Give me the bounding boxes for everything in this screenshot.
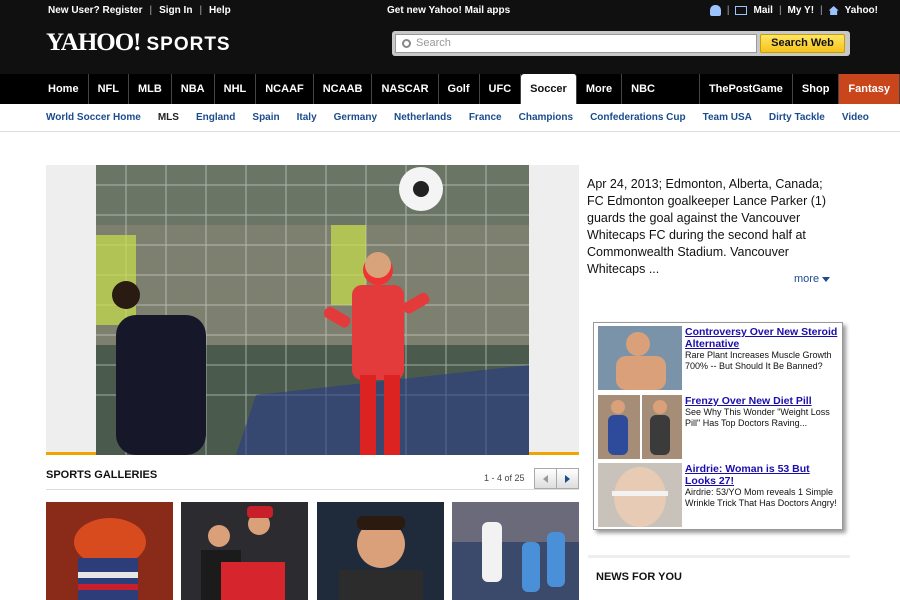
ad-item[interactable]: Controversy Over New Steroid Alternative… xyxy=(598,326,842,392)
gallery-next-button[interactable] xyxy=(556,469,578,488)
subnav-item-video[interactable]: Video xyxy=(842,104,869,131)
home-icon xyxy=(828,6,839,15)
nav-item-home[interactable]: Home xyxy=(39,74,89,104)
gallery-pager xyxy=(534,468,579,489)
nav-item-golf[interactable]: Golf xyxy=(439,74,480,104)
subnav-item-confederations-cup[interactable]: Confederations Cup xyxy=(590,104,686,131)
ad-body: Rare Plant Increases Muscle Growth 700% … xyxy=(685,350,832,371)
search-web-button[interactable]: Search Web xyxy=(760,34,845,53)
mail-icon xyxy=(735,6,748,15)
search-bar: Search Search Web xyxy=(392,31,850,56)
subnav-item-france[interactable]: France xyxy=(469,104,502,131)
goalkeeper-photo-illustration xyxy=(96,165,529,455)
ad-body: Airdrie: 53/YO Mom reveals 1 Simple Wrin… xyxy=(685,487,837,508)
mail-link[interactable]: Mail xyxy=(753,5,772,16)
utility-links: | Mail | My Y! | Yahoo! xyxy=(709,5,878,16)
divider: | xyxy=(726,5,730,16)
subnav-item-germany[interactable]: Germany xyxy=(334,104,377,131)
nav-item-nbc-sports[interactable]: NBC Sports xyxy=(622,74,700,125)
soccer-subnav: World Soccer Home MLS England Spain Ital… xyxy=(0,104,900,132)
gallery-image xyxy=(317,502,444,600)
nav-item-nba[interactable]: NBA xyxy=(172,74,215,104)
nav-item-shop[interactable]: Shop xyxy=(793,74,840,104)
ad-item[interactable]: Airdrie: Woman is 53 But Looks 27! Airdr… xyxy=(598,463,842,529)
logo-yahoo-text: YAHOO! xyxy=(46,29,141,56)
ad-body: See Why This Wonder "Weight Loss Pill" H… xyxy=(685,407,830,428)
subnav-item-world-soccer-home[interactable]: World Soccer Home xyxy=(46,104,141,131)
my-y-link[interactable]: My Y! xyxy=(788,5,815,16)
nav-item-nascar[interactable]: NASCAR xyxy=(372,74,439,104)
help-link[interactable]: Help xyxy=(209,5,231,16)
gallery-image xyxy=(181,502,308,600)
yahoo-sports-logo[interactable]: YAHOO! SPORTS xyxy=(46,29,231,57)
top-header: New User? Register | Sign In | Help Get … xyxy=(0,0,900,74)
hero-caption: Apr 24, 2013; Edmonton, Alberta, Canada;… xyxy=(587,177,827,276)
search-input[interactable]: Search xyxy=(395,34,757,53)
gallery-image xyxy=(452,502,579,600)
search-placeholder: Search xyxy=(416,37,451,49)
sign-in-link[interactable]: Sign In xyxy=(159,5,192,16)
ad-thumbnail xyxy=(598,395,682,459)
main-nav: Home NFL MLB NBA NHL NCAAF NCAAB NASCAR … xyxy=(0,74,900,125)
ad-text: Airdrie: Woman is 53 But Looks 27! Airdr… xyxy=(685,463,840,509)
more-label: more xyxy=(794,273,820,285)
news-for-you-heading: NEWS FOR YOU xyxy=(596,571,682,583)
ad-thumbnail xyxy=(598,326,682,390)
subnav-item-dirty-tackle[interactable]: Dirty Tackle xyxy=(769,104,825,131)
subnav-item-team-usa[interactable]: Team USA xyxy=(703,104,752,131)
subnav-item-spain[interactable]: Spain xyxy=(252,104,279,131)
subnav-item-italy[interactable]: Italy xyxy=(297,104,317,131)
register-link[interactable]: Register xyxy=(102,5,142,16)
nav-item-soccer[interactable]: Soccer xyxy=(521,74,577,104)
gallery-prev-button[interactable] xyxy=(535,469,557,488)
nav-item-fantasy[interactable]: Fantasy xyxy=(839,74,900,104)
subnav-item-netherlands[interactable]: Netherlands xyxy=(394,104,452,131)
hero-slideshow xyxy=(46,165,579,455)
yahoo-home-link[interactable]: Yahoo! xyxy=(845,5,878,16)
gallery-image xyxy=(46,502,173,600)
sponsored-ads: Controversy Over New Steroid Alternative… xyxy=(593,322,843,530)
ad-text: Frenzy Over New Diet Pill See Why This W… xyxy=(685,395,840,429)
ad-title[interactable]: Controversy Over New Steroid Alternative xyxy=(685,326,840,350)
search-icon xyxy=(402,39,411,48)
chevron-left-icon xyxy=(543,474,549,483)
ad-item[interactable]: Frenzy Over New Diet Pill See Why This W… xyxy=(598,395,842,461)
chevron-down-icon xyxy=(822,276,831,282)
caption-more-link[interactable]: more xyxy=(794,273,831,285)
nav-item-nhl[interactable]: NHL xyxy=(215,74,257,104)
divider xyxy=(46,489,579,490)
nav-item-ncaaf[interactable]: NCAAF xyxy=(256,74,314,104)
gallery-thumbnail[interactable] xyxy=(181,502,308,600)
nav-item-ncaab[interactable]: NCAAB xyxy=(314,74,373,104)
nav-item-nfl[interactable]: NFL xyxy=(89,74,129,104)
ad-thumbnail xyxy=(598,463,682,527)
bell-icon[interactable] xyxy=(709,5,721,16)
nav-item-mlb[interactable]: MLB xyxy=(129,74,172,104)
logo-sports-text: SPORTS xyxy=(146,34,231,55)
new-user-label: New User? xyxy=(48,5,100,16)
divider: | xyxy=(149,5,153,16)
subnav-item-champions[interactable]: Champions xyxy=(519,104,573,131)
subnav-item-mls[interactable]: MLS xyxy=(158,104,179,131)
mail-apps-link[interactable]: Get new Yahoo! Mail apps xyxy=(387,5,510,16)
divider: | xyxy=(820,5,823,16)
gallery-count: 1 - 4 of 25 xyxy=(484,473,525,483)
sports-galleries-heading: SPORTS GALLERIES xyxy=(46,469,158,481)
nav-item-more[interactable]: More xyxy=(577,74,623,104)
nav-item-thepostgame[interactable]: ThePostGame xyxy=(700,74,793,104)
account-links: New User? Register | Sign In | Help xyxy=(48,5,231,16)
subnav-item-england[interactable]: England xyxy=(196,104,235,131)
ad-text: Controversy Over New Steroid Alternative… xyxy=(685,326,840,372)
chevron-right-icon xyxy=(565,474,571,483)
nav-item-ufc[interactable]: UFC xyxy=(480,74,522,104)
hero-photo[interactable] xyxy=(96,165,529,455)
gallery-thumbnail[interactable] xyxy=(317,502,444,600)
gallery-thumbnail[interactable] xyxy=(46,502,173,600)
divider: | xyxy=(778,5,782,16)
divider: | xyxy=(199,5,203,16)
gallery-thumbnail[interactable] xyxy=(452,502,579,600)
ad-title[interactable]: Airdrie: Woman is 53 But Looks 27! xyxy=(685,463,840,487)
ad-title[interactable]: Frenzy Over New Diet Pill xyxy=(685,395,840,407)
